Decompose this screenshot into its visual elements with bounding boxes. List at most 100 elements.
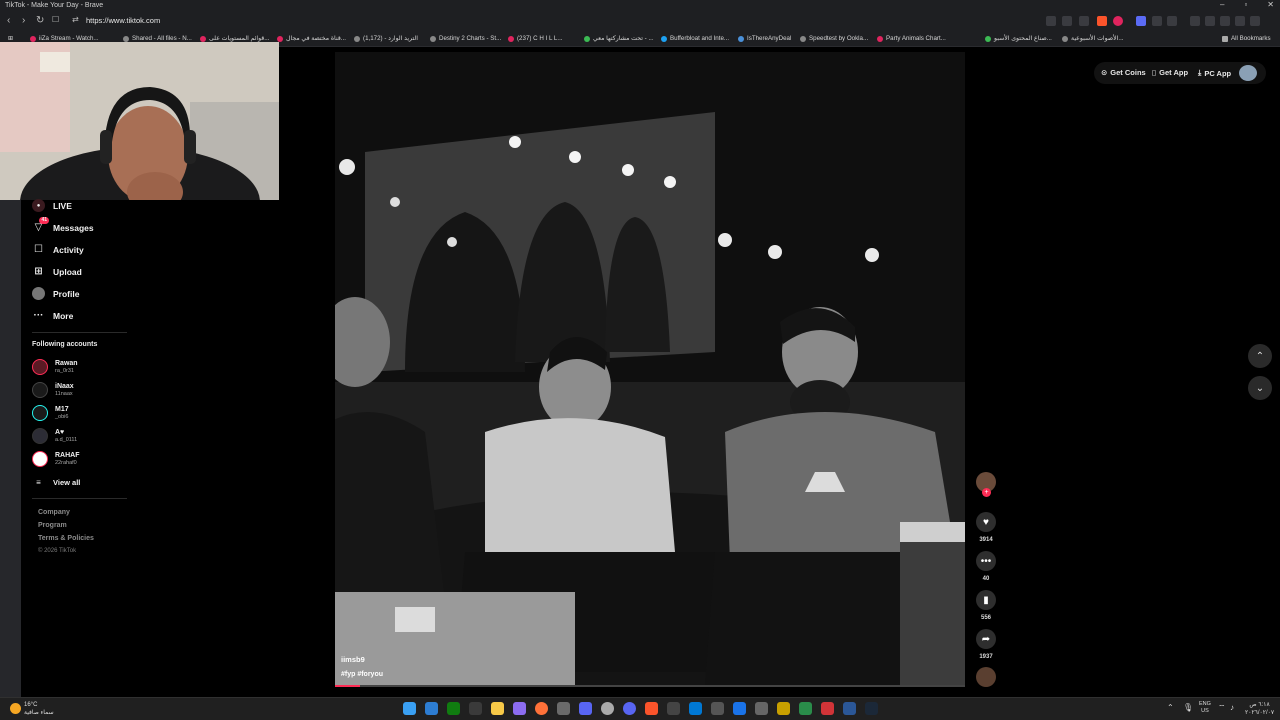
volume-icon[interactable]: ♪ (1230, 703, 1234, 712)
user-avatar[interactable] (1239, 65, 1257, 81)
weather-widget[interactable]: 16°C سماء صافية (24, 701, 54, 717)
comment-button[interactable]: ••• 40 (975, 551, 997, 582)
bookmark-item[interactable]: Destiny 2 Charts - St... (430, 35, 501, 42)
firefox-icon[interactable] (535, 702, 548, 715)
following-account[interactable]: A♥ a.d_0111 (32, 428, 77, 444)
xbox-icon[interactable] (447, 702, 460, 715)
app-icon[interactable] (557, 702, 570, 715)
sidebar-icon[interactable] (1190, 16, 1200, 26)
bookmark-page-icon[interactable]: ☐ (52, 15, 59, 24)
nav-upload[interactable]: ⊞ Upload (32, 265, 82, 278)
app-icon[interactable] (513, 702, 526, 715)
file-explorer-icon[interactable] (491, 702, 504, 715)
clock[interactable]: ٦:١٨ ص ٢٠٢٦/٠٢/٠٧ (1245, 701, 1274, 717)
following-account[interactable]: iNaax 11naax (32, 382, 74, 398)
bookmark-item[interactable]: Party Animals Chart... (877, 35, 946, 42)
forward-icon[interactable]: › (22, 15, 25, 26)
steam-icon[interactable] (865, 702, 878, 715)
nav-live[interactable]: ● LIVE (32, 199, 72, 212)
bookmark-item[interactable]: iiZa Stream - Watch... (30, 35, 99, 42)
discord-icon[interactable] (579, 702, 592, 715)
start-icon[interactable] (403, 702, 416, 715)
all-bookmarks[interactable]: All Bookmarks (1222, 35, 1271, 42)
app-icon[interactable] (821, 702, 834, 715)
reload-icon[interactable]: ↻ (36, 15, 44, 26)
brave-icon[interactable] (645, 702, 658, 715)
share-icon[interactable] (1079, 16, 1089, 26)
video-player[interactable] (335, 52, 965, 685)
bookmark-item[interactable]: قناة مختصة في مجال... (277, 35, 346, 42)
save-button[interactable]: ▮ 556 (975, 590, 997, 621)
close-icon[interactable]: ✕ (1267, 0, 1274, 9)
extension-icon[interactable] (1136, 16, 1146, 26)
following-account[interactable]: RAHAF 22rahaf0 (32, 451, 80, 467)
apps-icon[interactable]: ⊞ (8, 35, 13, 42)
minimize-icon[interactable]: – (1220, 0, 1224, 9)
vscode-icon[interactable] (689, 702, 702, 715)
music-disc[interactable] (975, 667, 997, 687)
wallet-icon[interactable] (1220, 16, 1230, 26)
url-field[interactable]: https://www.tiktok.com (86, 16, 160, 25)
search-icon[interactable] (425, 702, 438, 715)
bookmark-item[interactable]: (237) C H I L L... (508, 35, 563, 42)
footer-company-link[interactable]: Company (38, 509, 70, 516)
following-account[interactable]: Rawan ra_0r31 (32, 359, 78, 375)
app-icon[interactable] (777, 702, 790, 715)
app-icon[interactable] (711, 702, 724, 715)
vpn-icon[interactable] (1235, 16, 1245, 26)
pc-app-button[interactable]: ⤓ PC App (1198, 68, 1231, 78)
extension-icon[interactable] (1062, 16, 1072, 26)
app-icon[interactable] (667, 702, 680, 715)
tray-overflow-icon[interactable]: ⌃ (1167, 703, 1174, 712)
bookmark-item[interactable]: التريد الوارد - (1,172) (354, 35, 418, 42)
menu-icon[interactable] (1250, 16, 1260, 26)
brave-rewards-icon[interactable] (1113, 16, 1123, 26)
creator-avatar[interactable]: + (975, 472, 997, 497)
next-video-button[interactable]: ⌄ (1248, 376, 1272, 400)
bookmark-item[interactable]: Speedtest by Ookla... (800, 35, 868, 42)
bookmark-item[interactable]: الأصوات الأسبوعية... (1062, 35, 1124, 42)
app-icon[interactable] (755, 702, 768, 715)
previous-video-button[interactable]: ⌃ (1248, 344, 1272, 368)
bookmark-item[interactable]: صناع المحتوى الأسبو... (985, 35, 1052, 42)
share-button[interactable]: ➦ 1937 (975, 629, 997, 660)
maximize-icon[interactable]: ▫ (1244, 0, 1247, 9)
extension-icon[interactable] (1152, 16, 1162, 26)
app-icon[interactable] (469, 702, 482, 715)
view-all-link[interactable]: ≡ View all (32, 476, 80, 489)
app-icon[interactable] (733, 702, 746, 715)
app-icon[interactable] (843, 702, 856, 715)
chrome-icon[interactable] (601, 702, 614, 715)
app-icon[interactable] (799, 702, 812, 715)
split-view-icon[interactable] (1205, 16, 1215, 26)
following-account[interactable]: M17 _obi6 (32, 405, 69, 421)
copyright: © 2026 TikTok (38, 548, 77, 554)
language-indicator[interactable]: ENG US (1199, 701, 1211, 715)
extension-icon[interactable] (1167, 16, 1177, 26)
brave-shields-icon[interactable] (1097, 16, 1107, 26)
back-icon[interactable]: ‹ (7, 15, 10, 26)
nav-activity[interactable]: ☐ Activity (32, 243, 84, 256)
bookmark-item[interactable]: Bufferbloat and Inte... (661, 35, 729, 42)
video-author[interactable]: iimsb9 (341, 655, 365, 664)
bookmark-item[interactable]: تحت مشاركتها معي - ... (584, 35, 654, 42)
nav-profile[interactable]: Profile (32, 287, 79, 300)
nav-messages[interactable]: ▽ 41 Messages (32, 217, 94, 234)
extension-icon[interactable] (1046, 16, 1056, 26)
bookmark-item[interactable]: IsThereAnyDeal (738, 35, 791, 42)
video-caption[interactable]: #fyp #foryou (341, 671, 383, 678)
bookmark-item[interactable]: قوائم المستويات على... (200, 35, 269, 42)
get-app-button[interactable]: ▯ Get App (1152, 68, 1188, 77)
nav-more[interactable]: ··· More (32, 309, 74, 322)
app-icon[interactable] (623, 702, 636, 715)
get-coins-button[interactable]: ⊙ Get Coins (1101, 68, 1146, 77)
footer-terms-link[interactable]: Terms & Policies (38, 535, 94, 542)
bookmark-item[interactable]: Shared - All files - N... (123, 35, 192, 42)
like-button[interactable]: ♥ 3914 (975, 512, 997, 543)
video-progress-bar[interactable] (335, 685, 965, 687)
microphone-icon[interactable]: 🎙 (1183, 703, 1193, 712)
site-settings-icon[interactable]: ⇄ (72, 15, 79, 24)
network-icon[interactable]: ⌔ (1218, 703, 1226, 713)
footer-program-link[interactable]: Program (38, 522, 67, 529)
follow-plus-icon[interactable]: + (982, 488, 991, 497)
